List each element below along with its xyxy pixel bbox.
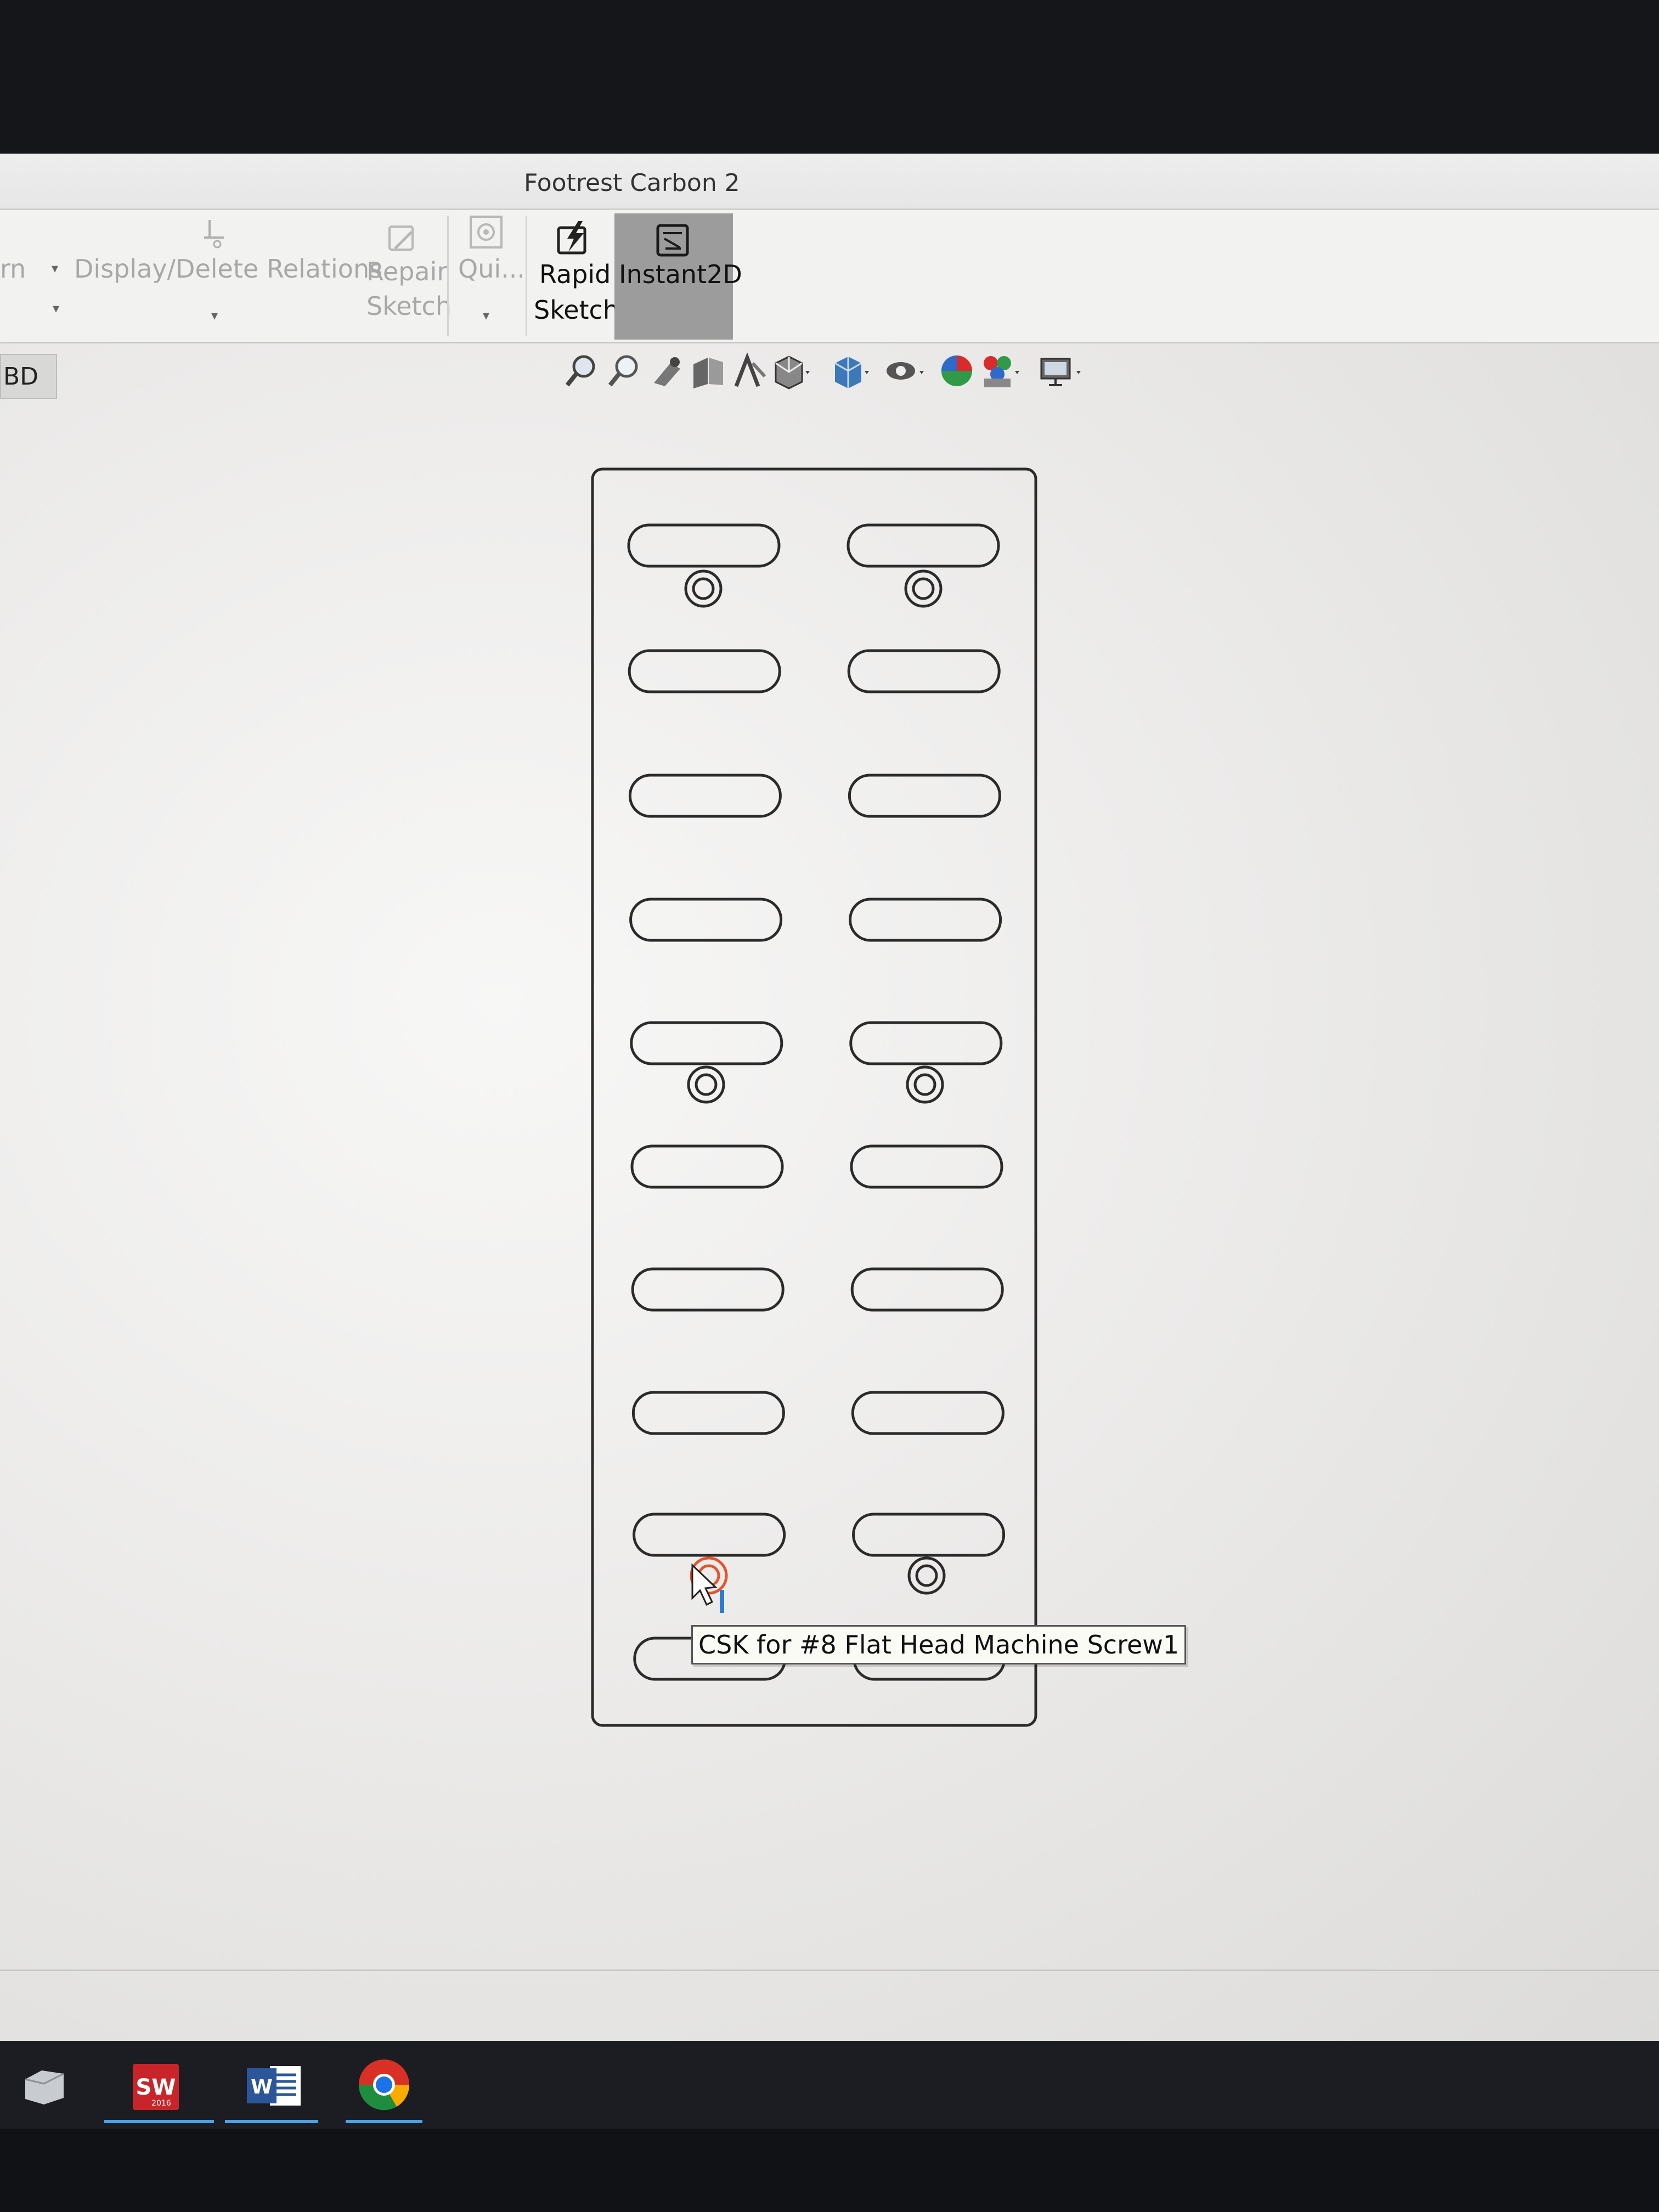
slot-right-5[interactable]: [849, 1021, 1003, 1065]
taskbar-solidworks[interactable]: SW 2016: [104, 2046, 214, 2123]
solidworks-icon: SW 2016: [133, 2064, 179, 2110]
csk-hole-outer-4[interactable]: [906, 1065, 944, 1104]
chrome-icon: [358, 2059, 410, 2111]
slot-left-2[interactable]: [628, 649, 781, 693]
slot-left-3[interactable]: [628, 774, 782, 818]
slot-left-4[interactable]: [629, 898, 783, 942]
csk-hole-outer-1[interactable]: [684, 569, 723, 608]
word-icon: W: [247, 2066, 301, 2106]
tooltip-text: CSK for #8 Flat Head Machine Screw1: [698, 1630, 1180, 1660]
windows-taskbar: SW 2016 W: [0, 2041, 1659, 2129]
monitor-bezel-top: [0, 0, 1659, 154]
slot-right-2[interactable]: [847, 649, 1001, 693]
active-indicator: [225, 2120, 318, 2123]
slot-right-8[interactable]: [851, 1391, 1005, 1435]
graphics-area[interactable]: [0, 154, 1659, 2041]
csk-hole-inner-1[interactable]: [692, 577, 715, 600]
solidworks-icon-label: SW: [136, 2075, 176, 2100]
csk-hole-inner-3[interactable]: [695, 1073, 718, 1096]
active-indicator: [346, 2120, 422, 2123]
taskbar-word[interactable]: W: [225, 2046, 318, 2123]
slot-right-7[interactable]: [850, 1267, 1004, 1312]
slot-left-1[interactable]: [627, 523, 781, 568]
slot-left-7[interactable]: [631, 1267, 785, 1312]
monitor-bezel-bottom: [0, 2129, 1659, 2212]
solidworks-icon-version: 2016: [151, 2099, 171, 2108]
slot-right-6[interactable]: [850, 1144, 1003, 1189]
status-bar-divider: [0, 1970, 1659, 1971]
slot-left-5[interactable]: [630, 1021, 783, 1065]
csk-hole-inner-2[interactable]: [912, 577, 935, 600]
csk-hole-outer-6[interactable]: [907, 1556, 946, 1595]
word-icon-label: W: [251, 2076, 273, 2098]
active-indicator: [104, 2120, 214, 2123]
csk-hole-outer-3[interactable]: [687, 1065, 725, 1104]
mouse-cursor-icon: [691, 1563, 718, 1606]
plate-outline[interactable]: [591, 467, 1037, 1727]
taskbar-chrome[interactable]: [340, 2046, 428, 2123]
solidworks-window: Footrest Carbon 2 rn ▾ ▾ Display/Delete …: [0, 154, 1659, 2041]
slot-left-8[interactable]: [631, 1391, 785, 1435]
slot-left-6[interactable]: [630, 1144, 784, 1189]
csk-hole-outer-2[interactable]: [904, 569, 943, 608]
slot-right-3[interactable]: [848, 774, 1001, 818]
file-explorer-icon[interactable]: [16, 2046, 71, 2123]
slot-right-1[interactable]: [847, 523, 1000, 568]
slot-right-9[interactable]: [852, 1513, 1006, 1557]
hover-indicator: [720, 1590, 724, 1613]
csk-hole-inner-6[interactable]: [915, 1564, 938, 1587]
csk-hole-inner-4[interactable]: [913, 1073, 936, 1096]
slot-right-4[interactable]: [849, 898, 1002, 942]
slot-left-9[interactable]: [633, 1513, 786, 1557]
tooltip: CSK for #8 Flat Head Machine Screw1: [691, 1625, 1187, 1664]
